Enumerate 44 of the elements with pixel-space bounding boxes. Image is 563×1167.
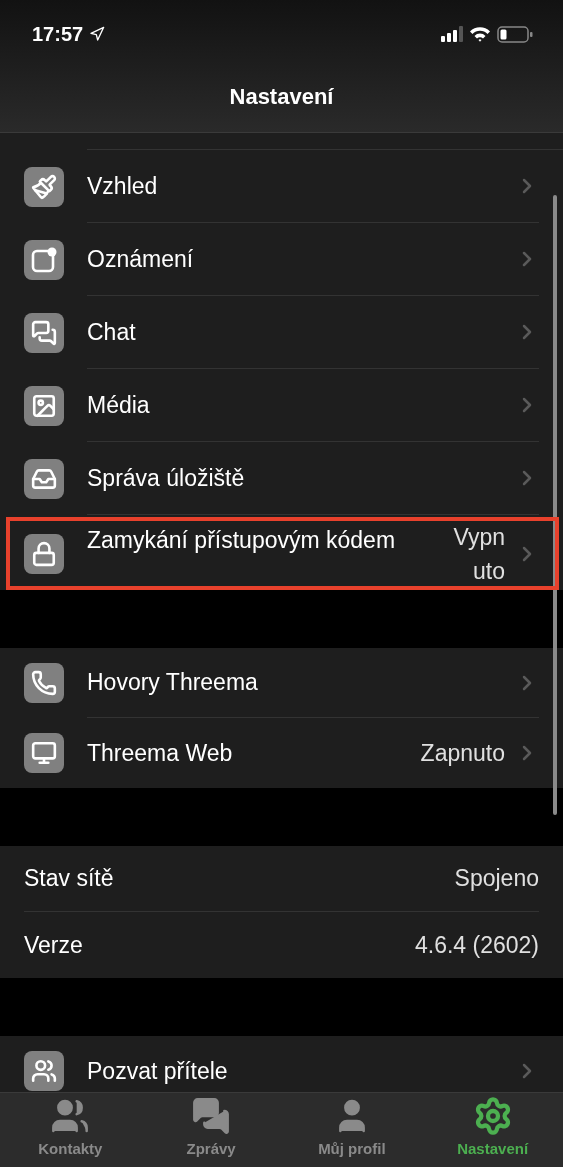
chat-bubbles-icon bbox=[24, 312, 64, 353]
monitor-icon bbox=[24, 733, 64, 773]
settings-row[interactable]: Hovory Threema bbox=[0, 648, 563, 718]
tab[interactable]: Kontakty bbox=[0, 1093, 141, 1167]
row-value: Vypnuto bbox=[452, 522, 505, 586]
row-label: Stav sítě bbox=[24, 865, 115, 892]
notification-icon bbox=[24, 239, 64, 280]
row-label: Média bbox=[87, 391, 151, 419]
lock-icon bbox=[24, 533, 64, 574]
row-label: Správa úložiště bbox=[87, 464, 246, 492]
location-icon bbox=[89, 26, 106, 42]
settings-row[interactable]: Oznámení bbox=[0, 223, 563, 296]
signal-icon bbox=[441, 26, 463, 42]
tab[interactable]: Můj profil bbox=[281, 1093, 423, 1167]
row-label: Pozvat přítele bbox=[87, 1057, 229, 1085]
phone-icon bbox=[24, 663, 64, 703]
row-value: 4.6.4 (2602) bbox=[414, 931, 539, 959]
tab[interactable]: Nastavení bbox=[422, 1093, 563, 1167]
wifi-icon bbox=[469, 26, 491, 42]
status-time: 17:57 bbox=[32, 22, 84, 46]
settings-row[interactable]: Threema Web Zapnuto bbox=[0, 718, 563, 788]
settings-row[interactable]: Chat bbox=[0, 296, 563, 369]
people-icon bbox=[24, 1051, 64, 1091]
row-value: Zapnuto bbox=[420, 739, 505, 767]
settings-row[interactable]: Správa úložiště bbox=[0, 442, 563, 515]
image-icon bbox=[24, 385, 64, 426]
row-label: Threema Web bbox=[87, 739, 234, 767]
settings-row[interactable]: Média bbox=[0, 369, 563, 442]
tray-icon bbox=[24, 458, 64, 499]
chat-bubbles-icon bbox=[191, 1096, 232, 1136]
row-value: Spojeno bbox=[454, 865, 539, 892]
row-label: Vzhled bbox=[87, 172, 159, 200]
tab[interactable]: Zprávy bbox=[140, 1093, 282, 1167]
battery-icon bbox=[497, 25, 533, 43]
settings-row[interactable]: Zamykání přístupovým kódem Vypnuto bbox=[6, 517, 559, 590]
paintbrush-icon bbox=[24, 166, 64, 207]
row-label: Chat bbox=[87, 318, 137, 346]
settings-row[interactable]: Pozvat přítele bbox=[0, 1036, 563, 1092]
screen-title: Nastavení bbox=[229, 84, 334, 110]
row-label: Oznámení bbox=[87, 245, 195, 273]
row-label: Zamykání přístupovým kódem bbox=[87, 526, 397, 554]
row-label: Hovory Threema bbox=[87, 669, 259, 696]
row-label: Verze bbox=[24, 931, 84, 959]
settings-row[interactable]: Vzhled bbox=[0, 150, 563, 223]
